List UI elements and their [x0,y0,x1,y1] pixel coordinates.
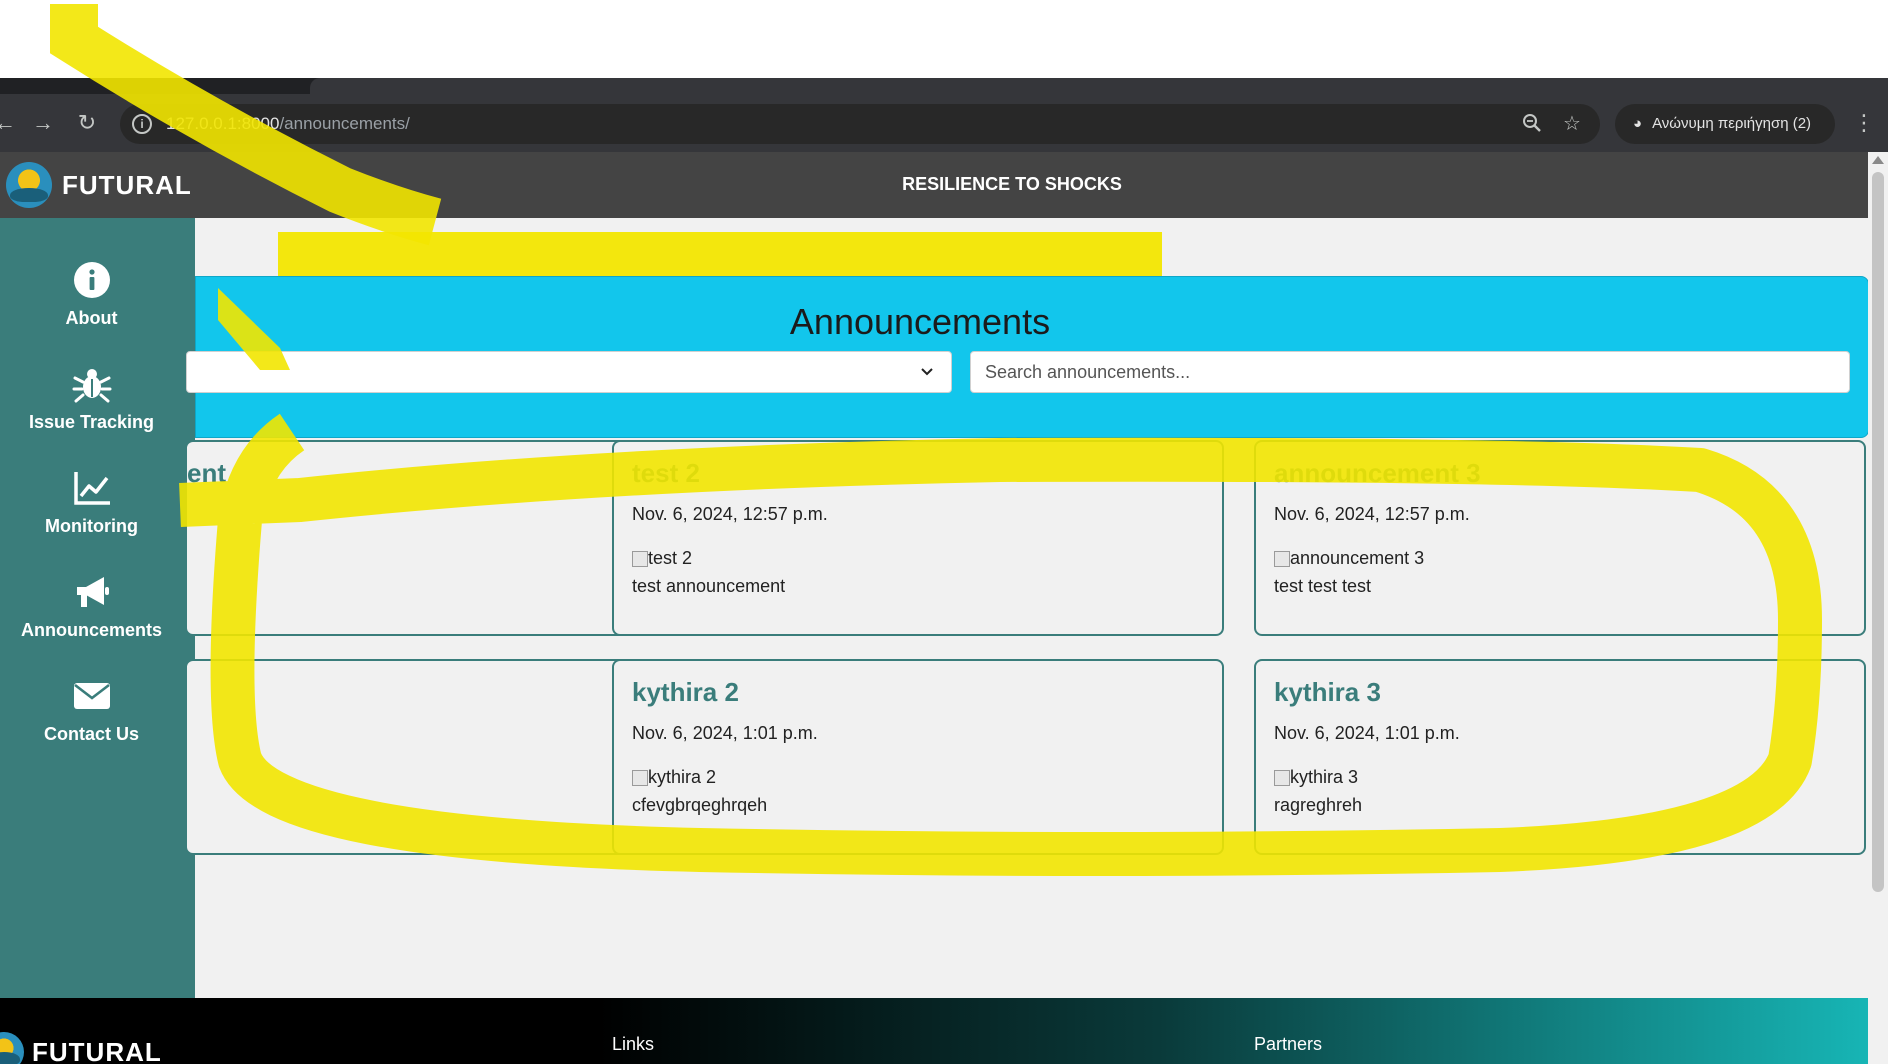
main-content: Announcements ent test 2 Nov. 6, 2024, 1… [185,218,1869,998]
browser-toolbar: ← → ↻ i 127.0.0.1:8000/announcements/ ☆ … [0,94,1888,152]
card-image-broken: kythira 2 [632,767,716,788]
broken-image-icon [632,550,648,567]
footer-links-heading: Links [612,1034,655,1054]
broken-image-icon [632,769,648,786]
forward-icon[interactable]: → [26,106,60,140]
address-bar[interactable]: i 127.0.0.1:8000/announcements/ ☆ [120,104,1600,144]
footer-logo[interactable]: FUTURAL [0,1032,162,1064]
card-date: Nov. 6, 2024, 1:01 p.m. [1274,723,1460,743]
announcement-card[interactable]: kythira 3 Nov. 6, 2024, 1:01 p.m. kythir… [1254,659,1866,855]
sidebar: About Issue Tracking Monitoring Announce… [0,218,195,998]
page-scrollbar[interactable] [1868,152,1888,1064]
active-tab-edge[interactable] [310,78,1888,94]
site-header: FUTURAL RESILIENCE TO SHOCKS [0,152,1888,218]
zoom-icon[interactable] [1520,112,1544,136]
sidebar-item-contact-us[interactable]: Contact Us [0,676,183,745]
search-input[interactable] [970,351,1850,393]
sidebar-item-about[interactable]: About [0,260,183,329]
card-title[interactable]: kythira 3 [1274,677,1381,708]
card-title[interactable]: kythira 2 [632,677,739,708]
card-image-broken: announcement 3 [1274,548,1424,569]
sidebar-item-monitoring[interactable]: Monitoring [0,468,183,537]
card-body: test announcement [632,576,786,596]
sidebar-item-label: Announcements [20,620,162,640]
announcement-card[interactable]: test 2 Nov. 6, 2024, 12:57 p.m. test 2 t… [612,440,1224,636]
card-title[interactable]: test 2 [632,458,700,489]
bug-icon [72,369,111,403]
announcement-card[interactable]: announcement 3 Nov. 6, 2024, 12:57 p.m. … [1254,440,1866,636]
envelope-icon [73,683,110,709]
site-info-icon[interactable]: i [132,114,152,134]
logo-mark-icon [0,1032,24,1064]
announcement-card[interactable]: kythira 2 Nov. 6, 2024, 1:01 p.m. kythir… [612,659,1224,855]
card-image-alt: announcement 3 [1290,548,1425,568]
announcements-banner: Announcements [186,276,1869,438]
scrollbar-thumb[interactable] [1872,172,1884,892]
card-title[interactable]: announcement 3 [1274,458,1481,489]
info-icon [73,262,110,298]
card-image-broken: kythira 3 [1274,767,1358,788]
reload-icon[interactable]: ↻ [70,106,104,140]
card-image-alt: kythira 3 [1290,767,1359,787]
incognito-label: Ανώνυμη περιήγηση (2) [1652,115,1812,132]
sidebar-item-label: About [65,308,118,328]
page-header-title: RESILIENCE TO SHOCKS [902,174,1122,194]
megaphone-icon [76,577,109,607]
card-image-alt: test 2 [648,548,693,568]
incognito-badge[interactable]: ◕ Ανώνυμη περιήγηση (2) [1615,104,1835,144]
card-image-alt: kythira 2 [648,767,717,787]
url-path: /announcements/ [279,114,410,133]
card-title[interactable]: ent [187,458,226,489]
card-date: Nov. 6, 2024, 1:01 p.m. [632,723,818,743]
sidebar-item-label: Monitoring [45,516,138,536]
broken-image-icon [1274,550,1290,567]
url-host: 127.0.0.1:8000 [166,114,280,133]
sidebar-item-label: Contact Us [43,724,139,744]
chart-line-icon [73,472,110,505]
incognito-icon: ◕ [1633,115,1643,132]
back-icon[interactable]: ← [0,106,22,140]
address-url[interactable]: 127.0.0.1:8000/announcements/ [166,114,410,134]
footer-partners-heading: Partners [1254,1034,1323,1054]
bookmark-star-icon[interactable]: ☆ [1560,112,1584,136]
sidebar-item-label: Issue Tracking [28,412,155,432]
tab-strip [0,78,1888,94]
site-footer: FUTURAL Links Partners [0,998,1868,1064]
card-image-broken: test 2 [632,548,692,569]
footer-logo-text: FUTURAL [32,1036,162,1064]
browser-window: ← → ↻ i 127.0.0.1:8000/announcements/ ☆ … [0,0,1888,1064]
broken-image-icon [1274,769,1290,786]
sidebar-item-issue-tracking[interactable]: Issue Tracking [0,364,183,433]
sidebar-item-announcements[interactable]: Announcements [0,572,183,641]
card-body: ragreghreh [1274,795,1363,815]
chevron-down-icon [921,368,933,376]
screen-top-blank [0,0,1888,78]
category-select[interactable] [186,351,952,393]
page-title: Announcements [789,301,1051,342]
menu-dots-icon[interactable]: ⋮ [1852,106,1876,140]
card-body: test test test [1274,576,1372,596]
scroll-up-icon[interactable] [1872,156,1884,164]
card-date: Nov. 6, 2024, 12:57 p.m. [1274,504,1470,524]
card-date: Nov. 6, 2024, 12:57 p.m. [632,504,828,524]
card-body: cfevgbrqeghrqeh [632,795,768,815]
